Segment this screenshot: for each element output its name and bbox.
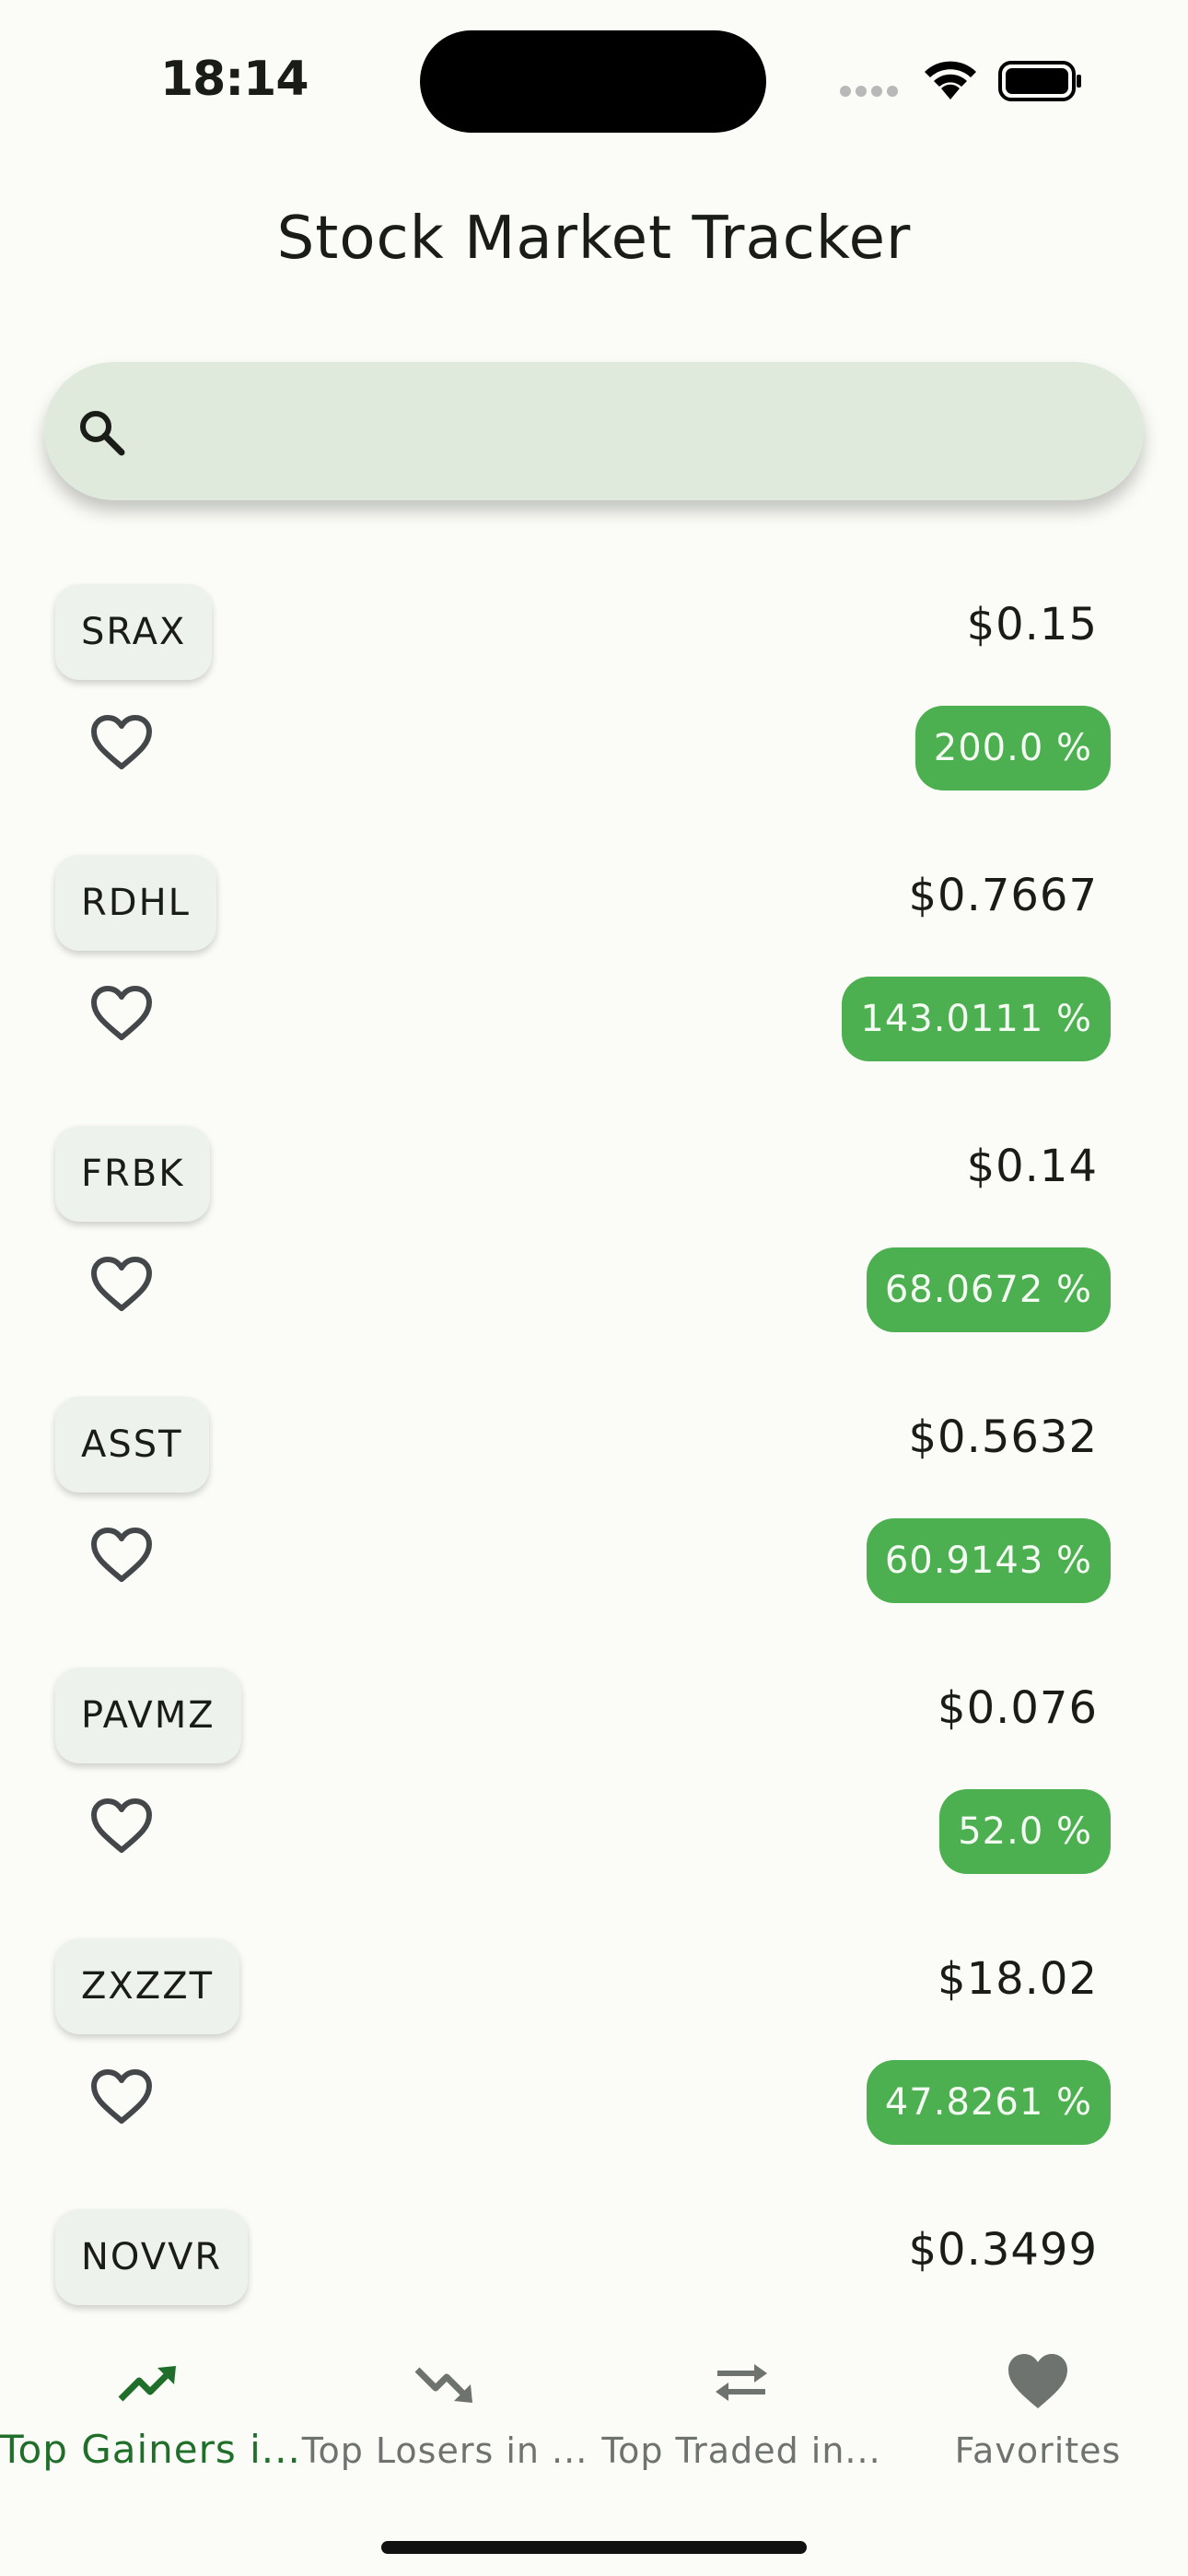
favorite-heart-icon[interactable] xyxy=(88,984,155,1043)
percent-change-badge: 52.0 % xyxy=(939,1789,1111,1874)
search-input[interactable] xyxy=(155,362,1116,502)
tab-top-traded[interactable]: Top Traded in... xyxy=(593,2322,890,2506)
stock-price: $0.5632 xyxy=(908,1411,1098,1463)
stock-row[interactable]: RDHL $0.7667 143.0111 % xyxy=(0,848,1188,1118)
stock-price: $0.3499 xyxy=(908,2224,1098,2276)
home-indicator xyxy=(381,2541,807,2554)
wifi-icon xyxy=(925,61,976,100)
stock-price: $0.7667 xyxy=(908,870,1098,921)
stock-row[interactable]: SRAX $0.15 200.0 % xyxy=(0,577,1188,848)
stock-list[interactable]: SRAX $0.15 200.0 % RDHL $0.7667 143.0111… xyxy=(0,571,1188,2322)
search-icon xyxy=(80,411,125,456)
favorite-heart-icon[interactable] xyxy=(88,1255,155,1314)
stock-price: $0.076 xyxy=(938,1682,1098,1734)
stock-row[interactable]: ZXZZT $18.02 47.8261 % xyxy=(0,1931,1188,2202)
percent-change-badge: 47.8261 % xyxy=(866,2060,1111,2145)
ticker-chip[interactable]: PAVMZ xyxy=(55,1668,241,1763)
favorite-heart-icon[interactable] xyxy=(88,2067,155,2126)
ticker-chip[interactable]: NOVVR xyxy=(55,2209,249,2305)
stock-price: $18.02 xyxy=(938,1953,1098,2005)
page-title: Stock Market Tracker xyxy=(276,205,912,273)
tab-label: Top Losers in ... xyxy=(301,2430,588,2471)
stock-row[interactable]: PAVMZ $0.076 52.0 % xyxy=(0,1660,1188,1931)
stock-price: $0.15 xyxy=(966,599,1098,650)
bottom-navigation: Top Gainers i... Top Losers in ... Top T… xyxy=(0,2322,1188,2576)
stock-price: $0.14 xyxy=(966,1141,1098,1192)
favorite-heart-icon[interactable] xyxy=(88,713,155,772)
dynamic-island xyxy=(420,30,766,133)
ticker-chip[interactable]: SRAX xyxy=(55,584,213,680)
stock-row[interactable]: FRBK $0.14 68.0672 % xyxy=(0,1118,1188,1389)
status-time: 18:14 xyxy=(160,52,309,107)
percent-change-badge: 68.0672 % xyxy=(866,1247,1111,1332)
search-bar[interactable] xyxy=(44,362,1144,502)
ticker-chip[interactable]: ASST xyxy=(55,1397,209,1493)
percent-change-badge: 200.0 % xyxy=(914,706,1111,790)
battery-icon xyxy=(998,61,1081,101)
tab-favorites[interactable]: Favorites xyxy=(890,2322,1186,2506)
percent-change-badge: 60.9143 % xyxy=(866,1518,1111,1603)
ticker-chip[interactable]: RDHL xyxy=(55,855,216,951)
stock-row[interactable]: NOVVR $0.3499 xyxy=(0,2202,1188,2322)
trending-down-icon xyxy=(414,2367,472,2403)
percent-change-badge: 143.0111 % xyxy=(842,977,1111,1061)
stock-row[interactable]: ASST $0.5632 60.9143 % xyxy=(0,1389,1188,1660)
ticker-chip[interactable]: ZXZZT xyxy=(55,1938,240,2034)
tab-label: Favorites xyxy=(954,2430,1122,2471)
cellular-signal-icon xyxy=(840,83,904,97)
tab-top-losers[interactable]: Top Losers in ... xyxy=(297,2322,593,2506)
tab-label: Top Traded in... xyxy=(601,2430,881,2471)
heart-icon xyxy=(1008,2354,1067,2408)
trending-up-icon xyxy=(118,2366,176,2402)
swap-icon xyxy=(716,2364,767,2401)
tab-label: Top Gainers i... xyxy=(0,2427,297,2472)
favorite-heart-icon[interactable] xyxy=(88,1526,155,1585)
tab-top-gainers[interactable]: Top Gainers i... xyxy=(0,2322,297,2506)
ticker-chip[interactable]: FRBK xyxy=(55,1126,211,1222)
favorite-heart-icon[interactable] xyxy=(88,1797,155,1856)
